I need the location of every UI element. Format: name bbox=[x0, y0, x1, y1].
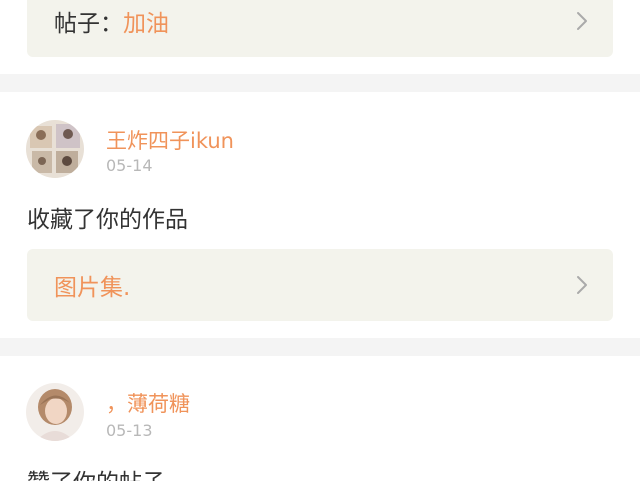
referenced-post-link[interactable]: 帖子：加油 bbox=[27, 0, 613, 57]
referenced-work-link[interactable]: 图片集. bbox=[27, 249, 613, 321]
notification-card: 帖子：加油 bbox=[0, 0, 640, 74]
referenced-work-text: 图片集. bbox=[54, 268, 130, 302]
user-avatar[interactable] bbox=[26, 383, 84, 441]
referenced-post-text: 帖子：加油 bbox=[54, 4, 169, 38]
referenced-post-title: 加油 bbox=[123, 11, 169, 37]
referenced-post-prefix: 帖子： bbox=[54, 11, 123, 37]
notification-action: 赞了你的帖子 bbox=[27, 463, 165, 481]
user-avatar[interactable] bbox=[26, 120, 84, 178]
notification-date: 05-14 bbox=[106, 156, 153, 175]
username[interactable]: 王炸四子ikun bbox=[106, 125, 234, 155]
notification-card: 王炸四子ikun 05-14 收藏了你的作品 图片集. bbox=[0, 92, 640, 338]
chevron-right-icon bbox=[575, 274, 589, 296]
referenced-work-title: 图片集. bbox=[54, 275, 131, 301]
notification-date: 05-13 bbox=[106, 421, 153, 440]
chevron-right-icon bbox=[575, 10, 589, 32]
notification-feed: 帖子：加油 王炸四子ikun 05-14 收藏了你的作品 图片集. ，薄荷糖 0… bbox=[0, 0, 640, 481]
notification-card: ，薄荷糖 05-13 赞了你的帖子 bbox=[0, 356, 640, 481]
username[interactable]: ，薄荷糖 bbox=[106, 388, 190, 418]
notification-action: 收藏了你的作品 bbox=[27, 207, 188, 233]
